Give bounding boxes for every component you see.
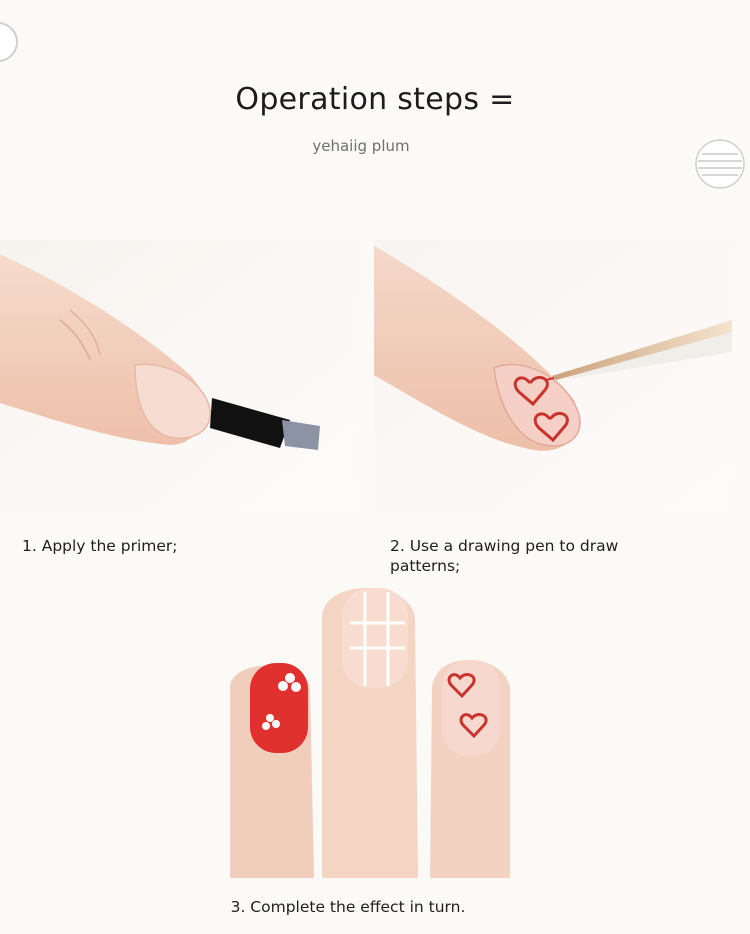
step-1-image (0, 240, 356, 512)
decorative-circle-left (0, 22, 18, 62)
step-2-image (374, 240, 732, 512)
step-2-caption: 2. Use a drawing pen to draw patterns; (390, 537, 619, 575)
page-title: Operation steps = (235, 82, 515, 117)
step-1-caption: 1. Apply the primer; (22, 537, 178, 555)
page-subtitle: yehaiig plum (312, 137, 410, 155)
step-3-caption: 3. Complete the effect in turn. (230, 898, 466, 916)
step-3-image (210, 578, 540, 878)
